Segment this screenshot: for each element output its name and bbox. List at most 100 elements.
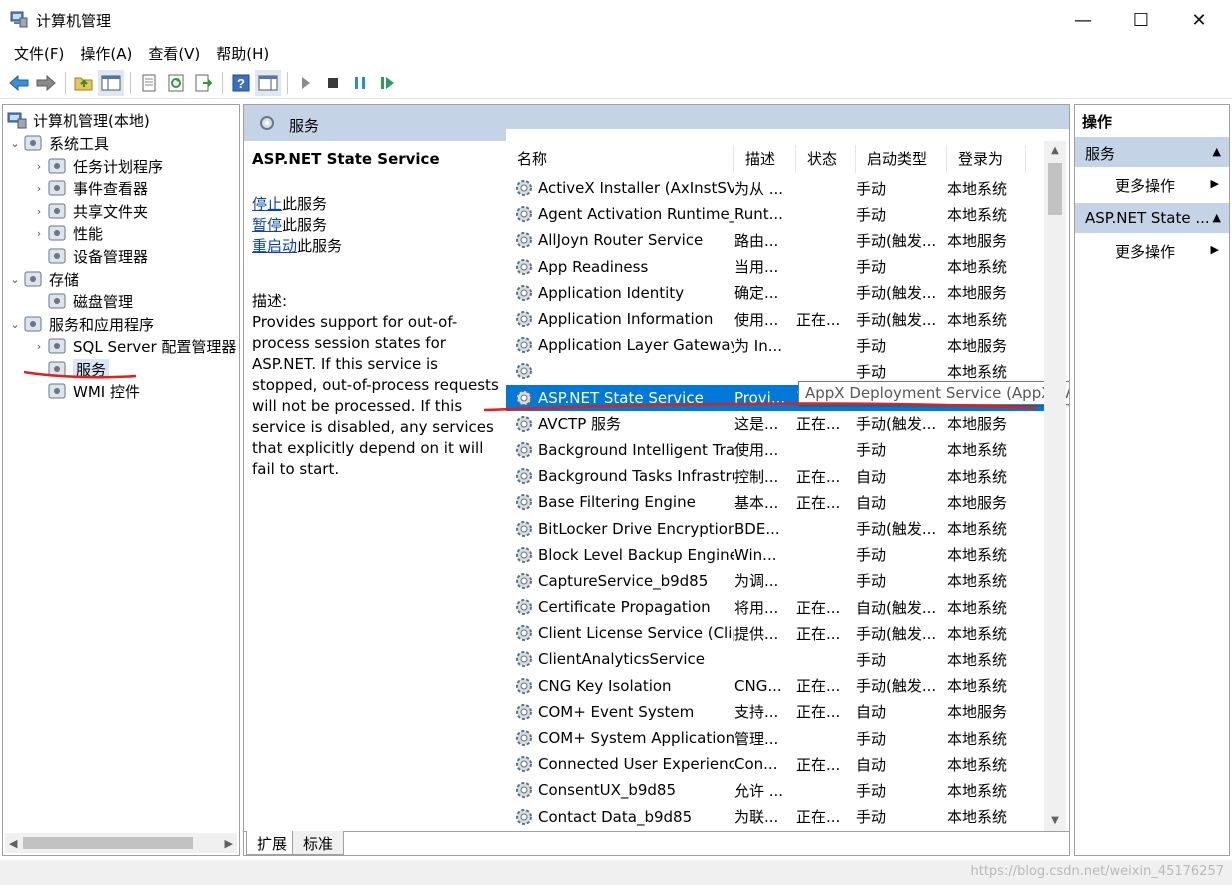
scroll-down-icon[interactable]: ▼ — [1044, 811, 1066, 831]
up-folder-icon[interactable] — [71, 70, 97, 96]
collapse-icon[interactable]: ▲ — [1213, 145, 1221, 158]
tree-item[interactable]: › 任务计划程序 — [31, 155, 163, 177]
menu-file[interactable]: 文件(F) — [6, 43, 72, 64]
service-startup-type-cell: 自动 — [856, 703, 887, 722]
more-actions-item[interactable]: 更多操作 ▶ — [1075, 169, 1229, 199]
scroll-up-icon[interactable]: ▲ — [1044, 141, 1066, 161]
forward-arrow-icon[interactable] — [33, 70, 59, 96]
maximize-icon[interactable]: ☐ — [1118, 4, 1164, 36]
tree-item[interactable]: 服务 — [31, 358, 110, 380]
description-label: 描述: — [252, 292, 288, 310]
stop-service-icon[interactable] — [320, 70, 346, 96]
table-row[interactable]: AllJoyn Router Service 路由... 手动(触发... 本地服务 — [506, 227, 1046, 253]
export-list-icon[interactable] — [190, 70, 216, 96]
scroll-thumb[interactable] — [23, 837, 193, 849]
menu-view[interactable]: 查看(V) — [140, 43, 208, 64]
back-arrow-icon[interactable] — [6, 70, 32, 96]
table-row[interactable]: Background Intelligent Tra... 使用... 手动 本地系统 — [506, 437, 1046, 463]
column-header-startup-type[interactable]: 启动类型 — [856, 145, 947, 173]
tree-item[interactable]: 磁盘管理 — [31, 290, 133, 312]
tree-root[interactable]: 计算机管理(本地) — [7, 109, 150, 131]
column-header-description[interactable]: 描述 — [734, 145, 796, 173]
expand-chevron-icon[interactable]: ⌄ — [7, 273, 23, 286]
scroll-right-icon[interactable]: ▶ — [225, 837, 233, 850]
service-status-cell: 正在... — [796, 598, 841, 617]
expand-chevron-icon[interactable]: ⌄ — [7, 318, 23, 331]
start-service-icon[interactable] — [293, 70, 319, 96]
table-row[interactable]: Client License Service (Clip...提供... 正在..… — [506, 620, 1046, 646]
properties-icon[interactable] — [136, 70, 162, 96]
column-header-log-on-as[interactable]: 登录为 — [947, 145, 1026, 173]
table-row[interactable]: ClientAnalyticsService 手动 本地系统 — [506, 646, 1046, 672]
menu-action[interactable]: 操作(A) — [72, 43, 140, 64]
actions-section-services[interactable]: 服务 ▲ — [1075, 137, 1229, 167]
collapse-icon[interactable]: ▲ — [1213, 211, 1221, 224]
scroll-left-icon[interactable]: ◀ — [9, 837, 17, 850]
table-row[interactable]: Application Information 使用... 正在... 手动(触发..… — [506, 306, 1046, 332]
table-row[interactable]: Background Tasks Infrastru... 控制... 正在... 自… — [506, 463, 1046, 489]
collapsed-chevron-icon[interactable]: › — [31, 340, 47, 353]
table-row[interactable]: Certificate Propagation 将用... 正在... 自动(触发..… — [506, 594, 1046, 620]
device-manager-icon — [47, 247, 67, 265]
tree-item[interactable]: › 共享文件夹 — [31, 200, 148, 222]
scroll-thumb[interactable] — [1048, 163, 1062, 215]
tab-extended[interactable]: 扩展 — [246, 831, 299, 855]
show-hide-tree-icon[interactable] — [98, 69, 124, 96]
table-row[interactable]: Application Layer Gateway ...为 In... 手动 本地… — [506, 332, 1046, 358]
table-row[interactable]: CaptureService_b9d85 为调... 手动 本地系统 — [506, 568, 1046, 594]
menu-help[interactable]: 帮助(H) — [208, 43, 277, 64]
refresh-icon[interactable] — [163, 70, 189, 96]
tree-item[interactable]: › SQL Server 配置管理器 — [31, 335, 237, 357]
pause-service-icon[interactable] — [347, 70, 373, 96]
service-logon-cell: 本地系统 — [947, 205, 1008, 224]
restart-service-icon[interactable] — [374, 70, 400, 96]
close-icon[interactable]: ✕ — [1176, 4, 1222, 36]
table-row[interactable]: AVCTP 服务 这是... 正在... 手动(触发... 本地服务 — [506, 411, 1046, 437]
actions-pane: 操作 服务 ▲ 更多操作 ▶ ASP.NET State ... ▲ 更多操作 … — [1074, 104, 1230, 856]
services-icon — [47, 360, 67, 378]
tree-item[interactable]: › 事件查看器 — [31, 177, 148, 199]
more-actions-item[interactable]: 更多操作 ▶ — [1075, 235, 1229, 265]
minimize-icon[interactable]: — — [1060, 4, 1106, 36]
table-row[interactable]: Contact Data_b9d85 为联... 正在... 手动 本地系统 — [506, 804, 1046, 830]
table-row[interactable]: ActiveX Installer (AxInstSV) 为从 ... 手动 本地系统 — [506, 175, 1046, 201]
table-vertical-scrollbar[interactable]: ▲ ▼ — [1044, 141, 1066, 831]
service-name-cell: Background Tasks Infrastru... — [506, 466, 734, 486]
collapsed-chevron-icon[interactable]: › — [31, 205, 47, 218]
table-row[interactable]: BitLocker Drive Encryption ...BDE... 手动(触… — [506, 515, 1046, 541]
tree-item[interactable]: ⌄ 服务和应用程序 — [7, 313, 154, 335]
table-row[interactable]: Application Identity 确定... 手动(触发... 本地服务 — [506, 280, 1046, 306]
stop-service-link[interactable]: 停止 — [252, 195, 282, 213]
table-row[interactable]: ConsentUX_b9d85 允许 ... 手动 本地系统 — [506, 777, 1046, 803]
table-row[interactable]: Base Filtering Engine 基本... 正在... 自动 本地服务 — [506, 489, 1046, 515]
selected-service-name: ASP.NET State Service — [252, 150, 440, 168]
column-header-name[interactable]: 名称 — [506, 145, 734, 173]
tree-horizontal-scrollbar[interactable]: ◀ ▶ — [5, 833, 237, 853]
table-row[interactable]: Agent Activation Runtime_... Runt... 手动 本地系… — [506, 201, 1046, 227]
tree-item[interactable]: ⌄ 存储 — [7, 268, 79, 290]
collapsed-chevron-icon[interactable]: › — [31, 160, 47, 173]
restart-service-link[interactable]: 重启动 — [252, 237, 297, 255]
tree-item[interactable]: 设备管理器 — [31, 245, 148, 267]
show-action-pane-icon[interactable] — [255, 69, 281, 96]
table-row[interactable]: COM+ Event System 支持... 正在... 自动 本地服务 — [506, 699, 1046, 725]
actions-section-selected-service[interactable]: ASP.NET State ... ▲ — [1075, 203, 1229, 233]
tree-item[interactable]: ⌄ 系统工具 — [7, 132, 109, 154]
tools-icon — [23, 134, 43, 152]
tree-item[interactable]: › 性能 — [31, 222, 103, 244]
collapsed-chevron-icon[interactable]: › — [31, 182, 47, 195]
performance-icon — [47, 224, 67, 242]
table-row[interactable]: COM+ System Application 管理... 手动 本地系统 — [506, 725, 1046, 751]
table-row[interactable]: CNG Key Isolation CNG... 正在... 手动(触发... 本地系统 — [506, 673, 1046, 699]
table-row[interactable]: Block Level Backup Engine ...Win... 手动 本地系… — [506, 542, 1046, 568]
help-icon[interactable]: ? — [228, 70, 254, 96]
tree-item[interactable]: WMI 控件 — [31, 380, 140, 402]
collapsed-chevron-icon[interactable]: › — [31, 227, 47, 240]
pause-service-link[interactable]: 暂停 — [252, 216, 282, 234]
tab-standard[interactable]: 标准 — [292, 831, 345, 855]
expand-chevron-icon[interactable]: ⌄ — [7, 137, 23, 150]
table-row[interactable]: App Readiness 当用... 手动 本地系统 — [506, 254, 1046, 280]
column-header-status[interactable]: 状态 — [796, 145, 856, 173]
services-icon — [258, 114, 278, 136]
table-row[interactable]: Connected User Experienc... Con... 正在... 自动… — [506, 751, 1046, 777]
